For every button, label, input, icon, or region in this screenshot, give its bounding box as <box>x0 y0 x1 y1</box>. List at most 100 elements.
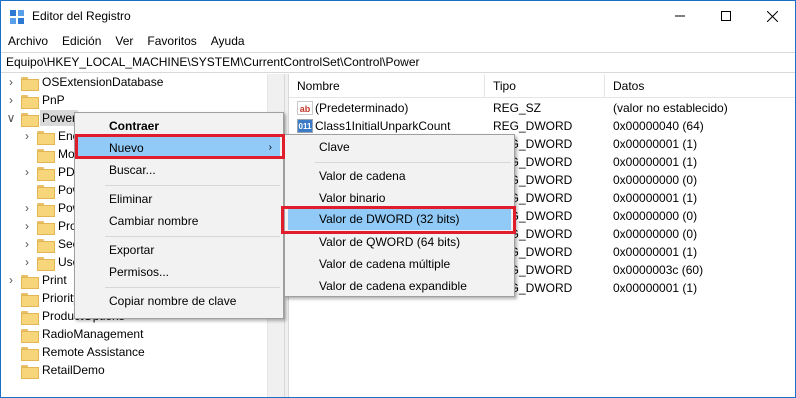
submenu-item-multi-string-value[interactable]: Valor de cadena múltiple <box>288 253 511 275</box>
chevron-right-icon[interactable]: › <box>21 127 33 145</box>
tree-node[interactable]: Remote Assistance <box>5 343 147 361</box>
submenu-item-dword-value[interactable]: Valor de DWORD (32 bits) <box>288 208 511 230</box>
menu-separator <box>105 287 280 288</box>
chevron-right-icon[interactable]: › <box>21 217 33 235</box>
submenu-item-binary-value[interactable]: Valor binario <box>288 187 511 209</box>
tree-node-label: Power <box>40 110 79 126</box>
chevron-down-icon[interactable]: ∨ <box>5 109 17 127</box>
tree-node-label: RetailDemo <box>42 363 105 377</box>
list-row[interactable]: 011 Class1InitialUnparkCount REG_DWORD 0x00… <box>289 117 795 135</box>
folder-icon <box>21 112 39 127</box>
context-menu: Contraer Nuevo › Buscar... Eliminar Camb… <box>74 112 284 319</box>
chevron-right-icon <box>5 361 17 379</box>
chevron-right-icon[interactable]: › <box>21 253 33 271</box>
value-data-cell: 0x0000003c (60) <box>613 263 704 277</box>
submenu-item-string-value[interactable]: Valor de cadena <box>288 165 511 187</box>
close-button[interactable] <box>749 1 795 31</box>
tree-node-label: OSExtensionDatabase <box>42 75 164 89</box>
column-header-type[interactable]: Tipo <box>485 74 605 98</box>
menu-item-export[interactable]: Exportar <box>78 239 280 261</box>
title-bar: Editor del Registro <box>1 1 795 31</box>
chevron-right-icon[interactable]: › <box>21 235 33 253</box>
new-submenu: Clave Valor de cadena Valor binario Valo… <box>284 134 515 297</box>
tree-node[interactable]: Priority <box>5 289 81 307</box>
chevron-right-icon <box>5 343 17 361</box>
menu-separator <box>315 162 511 163</box>
value-data-cell: 0x00000040 (64) <box>613 119 704 133</box>
folder-icon <box>21 328 39 343</box>
menu-item-find[interactable]: Buscar... <box>78 159 280 181</box>
registry-editor-icon <box>10 10 24 24</box>
tree-node[interactable]: › Use <box>21 253 81 271</box>
folder-icon <box>21 292 39 307</box>
folder-icon <box>37 184 55 199</box>
tree-node[interactable]: › Sec <box>21 235 81 253</box>
folder-icon <box>37 130 55 145</box>
folder-icon <box>21 310 39 325</box>
chevron-right-icon: › <box>268 142 272 153</box>
menu-edicion[interactable]: Edición <box>55 31 108 51</box>
tree-node[interactable]: › Ene <box>21 127 81 145</box>
menu-ver[interactable]: Ver <box>108 31 140 51</box>
tree-node[interactable]: Mo <box>21 145 77 163</box>
tree-node[interactable]: ∨ Power <box>5 109 79 127</box>
menu-ayuda[interactable]: Ayuda <box>204 31 252 51</box>
value-data-cell: 0x00000000 (0) <box>613 227 698 241</box>
value-name: (Predeterminado) <box>315 101 409 115</box>
value-data-cell: (valor no establecido) <box>613 101 728 115</box>
minimize-button[interactable] <box>657 1 703 31</box>
dword-value-icon: 011 <box>297 119 313 133</box>
chevron-right-icon[interactable]: › <box>5 74 17 91</box>
submenu-item-qword-value[interactable]: Valor de QWORD (64 bits) <box>288 231 511 253</box>
chevron-right-icon[interactable]: › <box>21 199 33 217</box>
menu-archivo[interactable]: Archivo <box>1 31 55 51</box>
chevron-right-icon <box>21 145 33 163</box>
registry-editor-window: Editor del Registro Archivo Edición Ver … <box>0 0 796 398</box>
tree-node[interactable]: › OSExtensionDatabase <box>5 74 165 91</box>
chevron-right-icon[interactable]: › <box>5 91 17 109</box>
value-data-cell: 0x00000001 (1) <box>613 137 698 151</box>
chevron-right-icon <box>5 289 17 307</box>
maximize-icon <box>721 11 731 21</box>
tree-node-label: Print <box>42 273 67 287</box>
folder-icon <box>37 202 55 217</box>
address-bar[interactable]: Equipo\HKEY_LOCAL_MACHINE\SYSTEM\Current… <box>1 52 795 73</box>
menu-item-new[interactable]: Nuevo › <box>78 137 280 159</box>
folder-icon <box>21 274 39 289</box>
menu-item-copy-key-name[interactable]: Copiar nombre de clave <box>78 290 280 312</box>
menu-item-delete[interactable]: Eliminar <box>78 188 280 210</box>
folder-icon <box>37 256 55 271</box>
menu-favoritos[interactable]: Favoritos <box>140 31 203 51</box>
tree-node[interactable]: › Pro <box>21 217 79 235</box>
chevron-right-icon[interactable]: › <box>21 163 33 181</box>
folder-icon <box>37 220 55 235</box>
value-data-cell: 0x00000001 (1) <box>613 281 698 295</box>
value-name-cell: ab (Predeterminado) <box>297 99 485 117</box>
menu-bar: Archivo Edición Ver Favoritos Ayuda <box>1 31 795 51</box>
value-type-cell: REG_DWORD <box>493 119 573 133</box>
chevron-right-icon <box>5 307 17 325</box>
folder-icon <box>21 346 39 361</box>
menu-separator <box>105 236 280 237</box>
value-name-cell: 011 Class1InitialUnparkCount <box>297 117 485 135</box>
value-type-cell: REG_SZ <box>493 101 542 115</box>
folder-icon <box>21 76 39 91</box>
tree-node[interactable]: › Print <box>5 271 69 289</box>
maximize-button[interactable] <box>703 1 749 31</box>
folder-icon <box>21 94 39 109</box>
tree-node[interactable]: › PnP <box>5 91 67 109</box>
submenu-item-expandable-string-value[interactable]: Valor de cadena expandible <box>288 275 511 297</box>
list-header: Nombre Tipo Datos <box>289 74 795 98</box>
tree-node[interactable]: RetailDemo <box>5 361 107 379</box>
list-row[interactable]: ab (Predeterminado) REG_SZ (valor no establ… <box>289 99 795 117</box>
chevron-right-icon[interactable]: › <box>5 271 17 289</box>
menu-item-rename[interactable]: Cambiar nombre <box>78 210 280 232</box>
menu-item-permissions[interactable]: Permisos... <box>78 261 280 283</box>
tree-node[interactable]: RadioManagement <box>5 325 145 343</box>
menu-item-collapse[interactable]: Contraer <box>78 115 280 137</box>
value-data-cell: 0x00000001 (1) <box>613 191 698 205</box>
column-header-name[interactable]: Nombre <box>289 74 485 98</box>
submenu-item-key[interactable]: Clave <box>288 136 511 158</box>
column-header-data[interactable]: Datos <box>605 74 795 98</box>
menu-separator <box>105 185 280 186</box>
